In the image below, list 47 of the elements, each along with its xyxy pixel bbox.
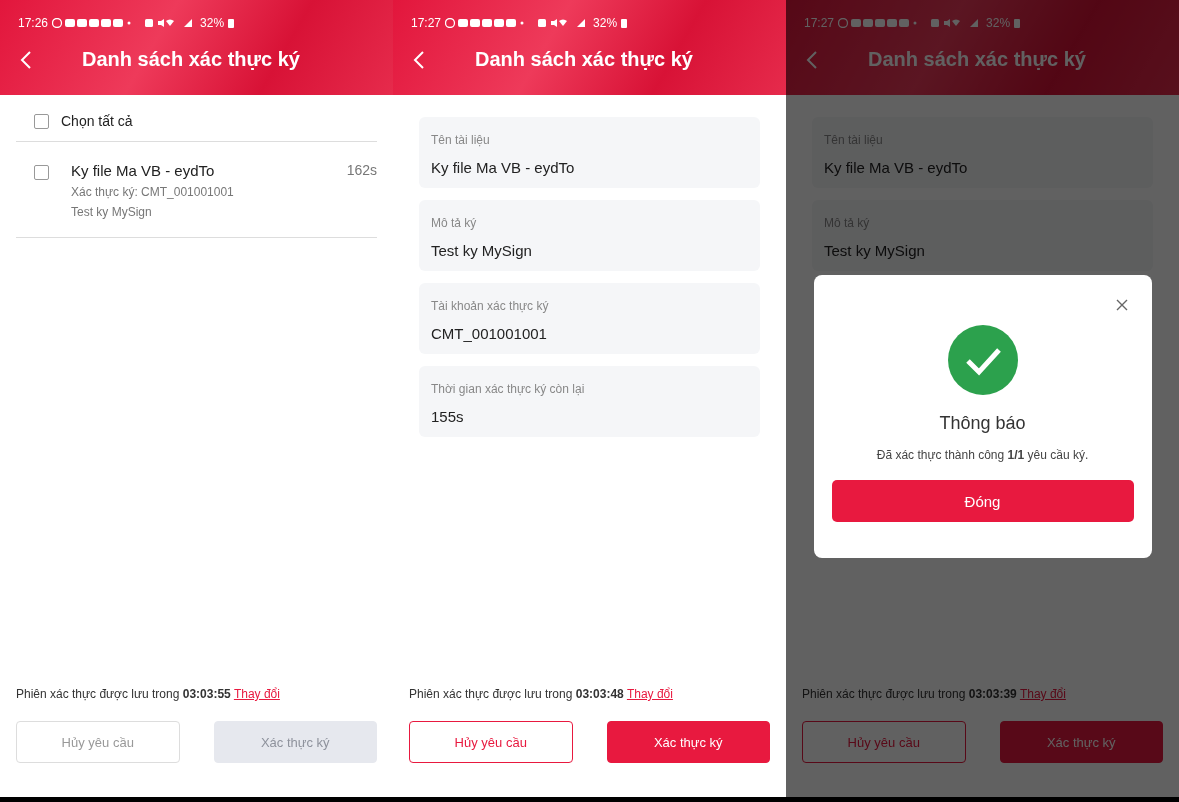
field-value: 155s: [431, 408, 465, 425]
session-note: Phiên xác thực được lưu trong 03:03:48 Thay đổi: [409, 687, 674, 701]
close-button[interactable]: Đóng: [831, 480, 1134, 522]
battery-percent: 32%: [200, 16, 225, 30]
battery-icon: [228, 18, 235, 28]
dialog-message: Đã xác thực thành công 1/1 yêu cầu ký.: [876, 448, 1089, 462]
confirm-button[interactable]: Xác thực ký: [999, 721, 1163, 763]
back-icon[interactable]: [20, 49, 32, 70]
change-link[interactable]: Thay đổi: [1019, 687, 1066, 701]
success-check-icon: [947, 325, 1018, 395]
close-icon[interactable]: [1115, 299, 1128, 311]
cancel-button[interactable]: Hủy yêu cầu: [409, 721, 573, 763]
item-description: Test ky MySign: [71, 205, 153, 219]
cancel-button[interactable]: Hủy yêu cầu: [802, 721, 966, 763]
back-icon[interactable]: [413, 49, 425, 70]
session-note: Phiên xác thực được lưu trong 03:03:55 Thay đổi: [16, 687, 281, 701]
change-link[interactable]: Thay đổi: [233, 687, 280, 701]
field-value: Ky file Ma VB - eydTo: [824, 159, 969, 176]
field-value: CMT_001001001: [431, 325, 548, 342]
session-note: Phiên xác thực được lưu trong 03:03:39 Thay đổi: [802, 687, 1067, 701]
field-label: Tên tài liệu: [431, 133, 491, 147]
battery-icon: [1014, 18, 1021, 28]
field-label: Mô tả ký: [431, 216, 478, 230]
item-title: Ky file Ma VB - eydTo: [71, 162, 216, 179]
checkbox[interactable]: [34, 165, 49, 180]
page-title: Danh sách xác thực ký: [475, 48, 693, 71]
countdown-timer: 162s: [346, 162, 377, 178]
checkbox[interactable]: [34, 113, 49, 129]
change-link[interactable]: Thay đổi: [626, 687, 673, 701]
page-title: Danh sách xác thực ký: [868, 48, 1086, 71]
field-value: Test ky MySign: [824, 242, 926, 259]
back-icon[interactable]: [806, 49, 818, 70]
status-time: 17:26: [18, 16, 49, 30]
field-label: Tài khoản xác thực ký: [431, 299, 550, 313]
select-all-label: Chọn tất cả: [61, 113, 133, 129]
field-value: Test ky MySign: [431, 242, 533, 259]
confirm-button[interactable]: Xác thực ký: [606, 721, 770, 763]
battery-icon: [621, 18, 628, 28]
field-label: Thời gian xác thực ký còn lại: [431, 382, 586, 396]
page-title: Danh sách xác thực ký: [82, 48, 300, 71]
battery-percent: 32%: [986, 16, 1011, 30]
status-time: 17:27: [411, 16, 442, 30]
field-value: Ky file Ma VB - eydTo: [431, 159, 576, 176]
status-time: 17:27: [804, 16, 835, 30]
item-subtitle: Xác thực ký: CMT_001001001: [71, 185, 235, 199]
battery-percent: 32%: [593, 16, 618, 30]
dialog-title: Thông báo: [939, 413, 1026, 434]
